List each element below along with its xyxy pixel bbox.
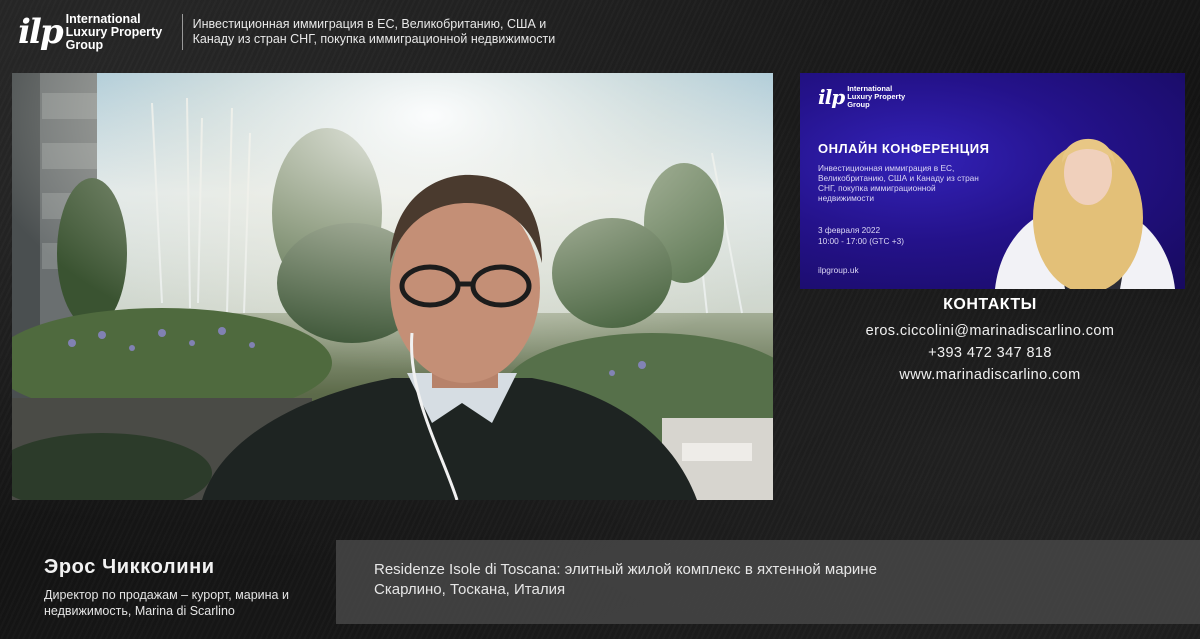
main-video-feed[interactable] <box>12 73 773 500</box>
speaker-role: Директор по продажам – курорт, марина и … <box>44 588 289 618</box>
company-name: International Luxury Property Group <box>847 84 906 109</box>
contacts-title: КОНТАКТЫ <box>943 296 1037 313</box>
conference-card: ilp International Luxury Property Group … <box>800 73 1185 289</box>
topic-bar: Residenze Isole di Toscana: элитный жило… <box>336 540 1200 624</box>
ilp-logo-mark: ilp <box>18 12 64 52</box>
conference-datetime: 3 февраля 2022 10:00 - 17:00 (GTC +3) <box>818 225 904 247</box>
conference-logo: ilp International Luxury Property Group <box>818 84 913 110</box>
topic-text: Residenze Isole di Toscana: элитный жило… <box>374 561 877 598</box>
video-frame-illustration <box>12 73 773 500</box>
header-tagline: Инвестиционная иммиграция в ЕС, Великобр… <box>192 17 556 46</box>
header-divider <box>181 14 183 50</box>
conference-time: 10:00 - 17:00 (GTC +3) <box>818 236 905 246</box>
company-name: International Luxury Property Group <box>65 11 163 52</box>
conference-date: 3 февраля 2022 <box>818 225 881 235</box>
contact-email: eros.ciccolini@marinadiscarlino.com <box>865 323 1115 339</box>
contacts-block: КОНТАКТЫ eros.ciccolini@marinadiscarlino… <box>790 296 1190 386</box>
conference-description: Инвестиционная иммиграция в ЕС, Великобр… <box>818 163 979 203</box>
speaker-name: Эрос Чикколини <box>44 556 215 578</box>
ilp-logo-mark: ilp <box>818 85 845 109</box>
header: ilp International Luxury Property Group … <box>18 8 583 56</box>
conference-title: ОНЛАЙН КОНФЕРЕНЦИЯ <box>818 141 990 156</box>
contact-website: www.marinadiscarlino.com <box>899 367 1081 383</box>
speaker-caption: Эрос Чикколини Директор по продажам – ку… <box>44 556 334 619</box>
contact-phone: +393 472 347 818 <box>928 345 1052 361</box>
conference-website: ilpgroup.uk <box>818 265 859 275</box>
